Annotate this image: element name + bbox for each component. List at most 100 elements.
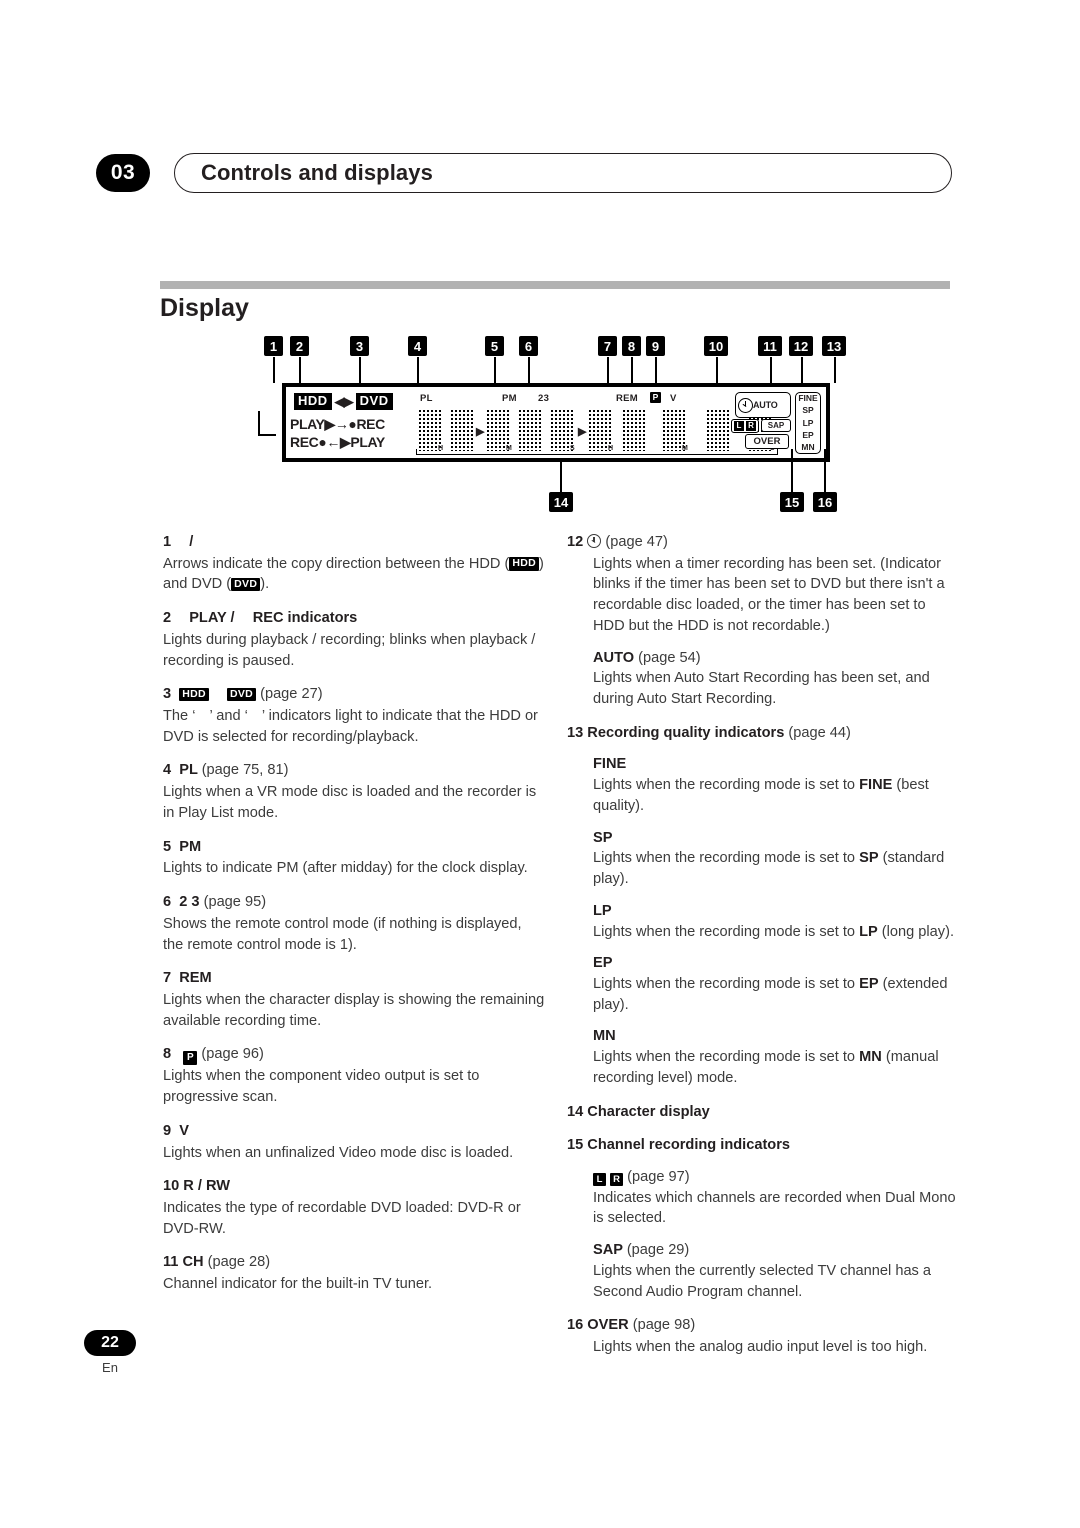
item-1-body: Arrows indicate the copy direction betwe… xyxy=(163,554,545,595)
fine-bold: FINE xyxy=(859,777,893,794)
mn-label: MN xyxy=(593,1028,616,1045)
right-text-column: 12 (page 47) Lights when a timer recordi… xyxy=(567,532,957,1358)
fine-label: FINE xyxy=(593,756,627,773)
callout-11: 11 xyxy=(758,336,782,356)
pl-label: PL xyxy=(420,393,433,404)
list-item-9: 9 V Lights when an unfinalized Video mod… xyxy=(163,1121,545,1163)
character-digit xyxy=(622,409,646,451)
callout-1: 1 xyxy=(264,336,283,356)
item-8-head: 8 P (page 96) xyxy=(163,1044,545,1066)
item-11-label: CH xyxy=(182,1254,204,1271)
callout-row-top: 1 2 3 4 5 6 7 8 9 10 11 12 13 xyxy=(258,336,850,358)
item-2-head: 2 PLAY / REC indicators xyxy=(163,608,545,629)
sap-sub-head: SAP (page 29) xyxy=(593,1240,957,1261)
item-5-label: PM xyxy=(179,838,202,855)
left-channel-icon: L xyxy=(734,421,744,431)
list-item-13: 13 Recording quality indicators (page 44… xyxy=(567,723,957,1089)
leader-7 xyxy=(607,357,609,383)
leader-9 xyxy=(655,357,657,383)
remote-mode-label: 23 xyxy=(538,393,550,404)
item-14-number: 14 xyxy=(567,1103,584,1120)
item-16-head: 16 OVER (page 98) xyxy=(567,1315,957,1336)
item-1-body-start: Arrows indicate the copy direction betwe… xyxy=(163,555,510,572)
item-14-head: 14 Character display xyxy=(567,1102,957,1123)
item-9-label: V xyxy=(179,1122,189,1139)
callout-15: 15 xyxy=(780,492,804,512)
item-10-number: 10 xyxy=(163,1178,180,1195)
fine-body: Lights when the recording mode is set to… xyxy=(593,775,957,816)
rem-label: REM xyxy=(616,393,639,404)
quality-mode-sp: SP Lights when the recording mode is set… xyxy=(593,828,957,890)
item-4-body: Lights when a VR mode disc is loaded and… xyxy=(163,784,537,821)
item-11-body: Channel indicator for the built-in TV tu… xyxy=(163,1276,433,1293)
item-2-number: 2 xyxy=(163,610,172,627)
list-item-6: 6 2 3 (page 95) Shows the remote control… xyxy=(163,892,545,955)
item-4-number: 4 xyxy=(163,762,172,779)
channel-recording-box: L R xyxy=(731,419,759,433)
item-4-head: 4 PL (page 75, 81) xyxy=(163,760,545,781)
mode-lp: LP xyxy=(802,417,814,428)
item-10-body: Indicates the type of recordable DVD loa… xyxy=(163,1199,521,1237)
item-16-pageref: (page 98) xyxy=(632,1317,696,1334)
item-12-number: 12 xyxy=(567,534,584,550)
leader-13 xyxy=(834,357,836,383)
progressive-scan-icon: P xyxy=(183,1051,198,1066)
item-13-pageref: (page 44) xyxy=(788,724,851,741)
character-digit xyxy=(450,409,474,451)
item-13-head: 13 Recording quality indicators (page 44… xyxy=(567,723,957,744)
item-9-number: 9 xyxy=(163,1122,172,1139)
callout-12: 12 xyxy=(789,336,813,356)
indicator-cluster: AUTO L R SAP OVER FINE SP LP EP MN xyxy=(731,392,821,456)
list-item-11: 11 CH (page 28) Channel indicator for th… xyxy=(163,1252,545,1294)
auto-sub-head: AUTO (page 54) xyxy=(593,648,957,669)
mode-ep: EP xyxy=(802,429,814,440)
item-15-label: Channel recording indicators xyxy=(587,1137,791,1154)
leader-5 xyxy=(494,357,496,383)
language-code: En xyxy=(102,1360,118,1375)
display-panel: HDD ◀▶ DVD PLAY▶→●REC REC●←▶PLAY PL PM 2… xyxy=(282,383,830,462)
item-3-body: The ‘’ and ‘’ indicators light to indica… xyxy=(163,706,545,747)
callout-3: 3 xyxy=(350,336,369,356)
item-12-pageref: (page 47) xyxy=(605,534,668,550)
item-16-body: Lights when the analog audio input level… xyxy=(593,1339,928,1355)
dvd-tag-icon: DVD xyxy=(355,393,393,410)
hdd-tag-icon: HDD xyxy=(509,557,540,571)
item-2-rec-label: REC indicators xyxy=(252,610,358,627)
lr-body: Indicates which channels are recorded wh… xyxy=(593,1189,956,1227)
leader-14 xyxy=(560,462,562,492)
list-item-5: 5 PM Lights to indicate PM (after midday… xyxy=(163,837,545,879)
sp-label: SP xyxy=(593,829,613,846)
item-11-head: 11 CH (page 28) xyxy=(163,1252,545,1273)
item-8-body: Lights when the component video output i… xyxy=(163,1068,480,1106)
item-3-head: 3 HDD DVD (page 27) xyxy=(163,684,545,705)
list-item-7: 7 REM Lights when the character display … xyxy=(163,968,545,1031)
callout-16: 16 xyxy=(813,492,837,512)
sap-pageref: (page 29) xyxy=(626,1242,690,1259)
item-16-number: 16 xyxy=(567,1317,584,1334)
right-channel-icon: R xyxy=(746,421,756,431)
lp-body-a: Lights when the recording mode is set to xyxy=(593,923,860,940)
lp-bold: LP xyxy=(859,923,878,940)
mn-bold: MN xyxy=(859,1049,882,1066)
page-number-badge: 22 xyxy=(84,1330,136,1356)
item-9-head: 9 V xyxy=(163,1121,545,1142)
left-channel-icon: L xyxy=(593,1172,606,1186)
lr-sub-head: L R (page 97) xyxy=(593,1167,957,1188)
item-2-play-label: PLAY / xyxy=(189,610,235,627)
auto-label: AUTO xyxy=(593,649,635,666)
item-3-pageref: (page 27) xyxy=(260,686,323,703)
ep-body-a: Lights when the recording mode is set to xyxy=(593,975,860,992)
leader-2 xyxy=(299,357,301,383)
item-13-label: Recording quality indicators xyxy=(587,724,785,741)
item-10-label: R / RW xyxy=(183,1178,231,1195)
leader-10 xyxy=(716,357,718,383)
callout-9: 9 xyxy=(646,336,665,356)
v-label: V xyxy=(670,393,677,404)
list-item-3: 3 HDD DVD (page 27) The ‘’ and ‘’ indica… xyxy=(163,684,545,747)
list-item-4: 4 PL (page 75, 81) Lights when a VR mode… xyxy=(163,760,545,823)
item-12-body: Lights when a timer recording has been s… xyxy=(593,555,945,634)
list-item-10: 10 R / RW Indicates the type of recordab… xyxy=(163,1176,545,1239)
sp-body: Lights when the recording mode is set to… xyxy=(593,848,957,889)
sap-body: Lights when the currently selected TV ch… xyxy=(593,1262,932,1300)
leader-12 xyxy=(801,357,803,383)
